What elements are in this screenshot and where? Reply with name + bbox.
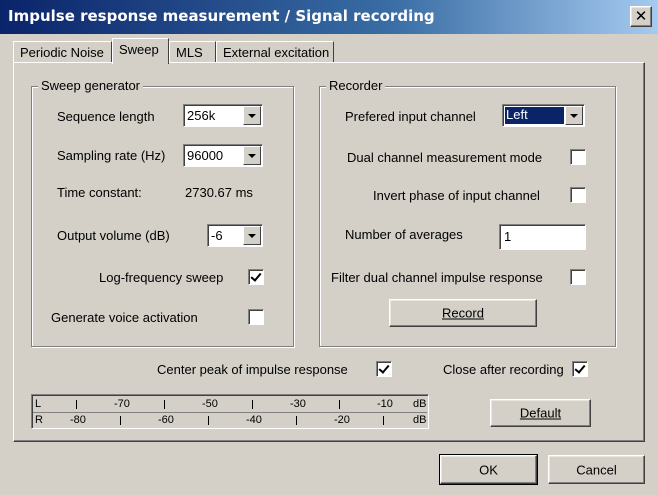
filter-dual-checkbox[interactable] (570, 269, 586, 285)
tab-external-excitation[interactable]: External excitation (216, 41, 334, 63)
chevron-down-icon[interactable] (243, 146, 261, 165)
meter-tick (339, 400, 340, 409)
meter-tick (296, 416, 297, 425)
input-channel-value: Left (505, 107, 564, 124)
recorder-title: Recorder (326, 78, 386, 93)
chevron-down-icon[interactable] (565, 106, 583, 125)
tab-label: External excitation (223, 45, 330, 60)
log-sweep-checkbox[interactable] (248, 269, 264, 285)
record-button-label: Record (442, 305, 484, 321)
input-channel-select[interactable]: Left (502, 104, 585, 127)
output-volume-select[interactable]: -6 (207, 224, 263, 247)
voice-activation-checkbox[interactable] (248, 309, 264, 325)
meter-right-scale: -40 (246, 414, 262, 426)
meter-right-unit: dB (413, 414, 427, 426)
meter-right-scale: -20 (334, 414, 350, 426)
meter-right-scale: -60 (158, 414, 174, 426)
close-button[interactable]: ✕ (630, 6, 652, 27)
invert-phase-checkbox[interactable] (570, 187, 586, 203)
close-after-label: Close after recording (443, 362, 564, 377)
cancel-button[interactable]: Cancel (548, 455, 645, 484)
meter-tick (76, 400, 77, 409)
meter-left-scale: -70 (114, 398, 130, 410)
chevron-down-icon[interactable] (243, 226, 261, 245)
meter-left-unit: dB (413, 398, 427, 410)
meter-right-channel: R (35, 414, 43, 426)
level-meter: L -70 -50 -30 -10 dB R -80 -60 -40 -20 d… (31, 394, 429, 429)
averages-value: 1 (504, 229, 512, 244)
sampling-rate-value: 96000 (187, 148, 224, 163)
meter-left-channel: L (35, 398, 42, 410)
dual-channel-checkbox[interactable] (570, 149, 586, 165)
tab-sweep[interactable]: Sweep (112, 38, 169, 64)
ok-button[interactable]: OK (439, 454, 538, 485)
meter-right-scale: -80 (70, 414, 86, 426)
filter-dual-label: Filter dual channel impulse response (331, 270, 543, 285)
output-volume-value: -6 (211, 228, 223, 243)
averages-input[interactable]: 1 (499, 224, 586, 250)
cancel-button-label: Cancel (576, 462, 617, 477)
record-button[interactable]: Record (389, 299, 537, 327)
tab-mls[interactable]: MLS (169, 41, 216, 63)
dual-channel-label: Dual channel measurement mode (347, 150, 543, 165)
title-bar[interactable]: Impulse response measurement / Signal re… (0, 0, 658, 34)
voice-activation-label: Generate voice activation (51, 310, 198, 325)
meter-left-scale: -50 (202, 398, 218, 410)
averages-label: Number of averages (345, 227, 463, 242)
tab-label: MLS (176, 45, 203, 60)
sequence-length-label: Sequence length (57, 109, 155, 124)
log-sweep-label: Log-frequency sweep (99, 270, 224, 285)
time-constant-value: 2730.67 ms (185, 185, 253, 200)
center-peak-checkbox[interactable] (376, 361, 392, 377)
window-title: Impulse response measurement / Signal re… (8, 7, 435, 25)
tab-label: Periodic Noise (20, 45, 104, 60)
sampling-rate-label: Sampling rate (Hz) (57, 148, 166, 163)
input-channel-label: Prefered input channel (345, 109, 476, 124)
meter-right-row: R -80 -60 -40 -20 dB (33, 413, 427, 429)
sampling-rate-select[interactable]: 96000 (183, 144, 263, 167)
tab-label: Sweep (119, 42, 159, 57)
tab-periodic-noise[interactable]: Periodic Noise (13, 41, 112, 63)
ok-button-label: OK (479, 462, 498, 477)
meter-tick (252, 400, 253, 409)
meter-left-scale: -30 (290, 398, 306, 410)
center-peak-label: Center peak of impulse response (157, 362, 348, 377)
close-after-checkbox[interactable] (572, 361, 588, 377)
meter-tick (208, 416, 209, 425)
meter-tick (164, 400, 165, 409)
meter-left-scale: -10 (377, 398, 393, 410)
meter-tick (383, 416, 384, 425)
sweep-generator-title: Sweep generator (38, 78, 144, 93)
invert-phase-label: Invert phase of input channel (373, 188, 540, 203)
sequence-length-value: 256k (187, 108, 216, 123)
sequence-length-select[interactable]: 256k (183, 104, 263, 127)
default-button-label: Default (519, 405, 562, 421)
close-icon: ✕ (634, 7, 648, 25)
meter-tick (120, 416, 121, 425)
meter-left-row: L -70 -50 -30 -10 dB (33, 397, 427, 413)
output-volume-label: Output volume (dB) (57, 228, 170, 243)
chevron-down-icon[interactable] (243, 106, 261, 125)
time-constant-label: Time constant: (57, 185, 142, 200)
default-button[interactable]: Default (490, 399, 591, 427)
